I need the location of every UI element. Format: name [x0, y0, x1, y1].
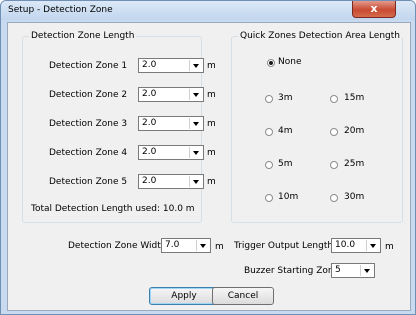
dialog-body: Detection Zone Length Detection Zone 1 2… — [7, 22, 411, 311]
zone-3-unit: m — [207, 119, 216, 129]
zone-4-select[interactable]: 2.0 — [138, 145, 204, 160]
radio-5m[interactable] — [265, 161, 273, 169]
zone-width-select[interactable]: 7.0 — [161, 238, 211, 253]
zone-3-label: Detection Zone 3 — [49, 119, 128, 129]
radio-10m[interactable] — [265, 194, 273, 202]
window-title: Setup - Detection Zone — [8, 5, 113, 15]
zone-1-label: Detection Zone 1 — [49, 61, 128, 71]
zone-1-value: 2.0 — [142, 60, 157, 70]
radio-15m-label: 15m — [344, 93, 365, 103]
radio-30m-label: 30m — [344, 192, 365, 202]
close-icon: x — [370, 2, 378, 15]
chevron-down-icon[interactable] — [360, 265, 373, 276]
radio-none[interactable] — [267, 59, 275, 67]
chevron-down-icon[interactable] — [196, 240, 209, 251]
quick-zones-legend: Quick Zones Detection Area Length — [240, 31, 400, 41]
zone-2-value: 2.0 — [142, 89, 157, 99]
chevron-down-icon[interactable] — [366, 240, 379, 251]
radio-4m[interactable] — [265, 128, 273, 136]
buzzer-zone-select[interactable]: 5 — [331, 263, 375, 278]
apply-button[interactable]: Apply — [149, 287, 219, 305]
chevron-down-icon[interactable] — [189, 118, 202, 129]
zone-1-unit: m — [207, 61, 216, 71]
setup-dialog: Setup - Detection Zone x Detection Zone … — [0, 0, 416, 315]
radio-20m-label: 20m — [344, 126, 365, 136]
title-bar[interactable]: Setup - Detection Zone x — [1, 1, 415, 20]
radio-none-label: None — [278, 57, 302, 67]
radio-4m-label: 4m — [278, 126, 293, 136]
zone-4-value: 2.0 — [142, 147, 157, 157]
zone-width-unit: m — [215, 242, 224, 252]
close-button[interactable]: x — [352, 1, 396, 18]
zone-5-select[interactable]: 2.0 — [138, 174, 204, 189]
trigger-output-unit: m — [385, 242, 394, 252]
zone-5-label: Detection Zone 5 — [49, 177, 128, 187]
radio-3m-label: 3m — [278, 93, 293, 103]
radio-3m[interactable] — [265, 95, 273, 103]
zone-2-unit: m — [207, 90, 216, 100]
zone-2-select[interactable]: 2.0 — [138, 87, 204, 102]
radio-25m[interactable] — [330, 161, 338, 169]
chevron-down-icon[interactable] — [189, 147, 202, 158]
chevron-down-icon[interactable] — [189, 60, 202, 71]
zone-3-value: 2.0 — [142, 118, 157, 128]
zone-5-value: 2.0 — [142, 176, 157, 186]
trigger-output-label: Trigger Output Length: — [234, 241, 337, 251]
cancel-button[interactable]: Cancel — [212, 287, 274, 305]
zone-4-label: Detection Zone 4 — [49, 148, 128, 158]
zone-1-select[interactable]: 2.0 — [138, 58, 204, 73]
chevron-down-icon[interactable] — [189, 89, 202, 100]
buzzer-zone-label: Buzzer Starting Zone: — [244, 266, 343, 276]
zone-5-unit: m — [207, 177, 216, 187]
trigger-output-value: 10.0 — [335, 240, 356, 250]
radio-15m[interactable] — [330, 95, 338, 103]
radio-25m-label: 25m — [344, 159, 365, 169]
radio-30m[interactable] — [330, 194, 338, 202]
radio-20m[interactable] — [330, 128, 338, 136]
chevron-down-icon[interactable] — [189, 176, 202, 187]
zone-width-value: 7.0 — [165, 240, 180, 250]
detection-zone-length-legend: Detection Zone Length — [31, 31, 135, 41]
zone-3-select[interactable]: 2.0 — [138, 116, 204, 131]
zone-4-unit: m — [207, 148, 216, 158]
buzzer-zone-value: 5 — [335, 265, 341, 275]
radio-5m-label: 5m — [278, 159, 293, 169]
zone-width-label: Detection Zone Width: — [68, 241, 170, 251]
total-detection-length: Total Detection Length used: 10.0 m — [31, 204, 195, 214]
quick-zones-group: Quick Zones Detection Area Length — [231, 31, 403, 223]
radio-10m-label: 10m — [278, 192, 299, 202]
zone-2-label: Detection Zone 2 — [49, 90, 128, 100]
trigger-output-select[interactable]: 10.0 — [331, 238, 381, 253]
